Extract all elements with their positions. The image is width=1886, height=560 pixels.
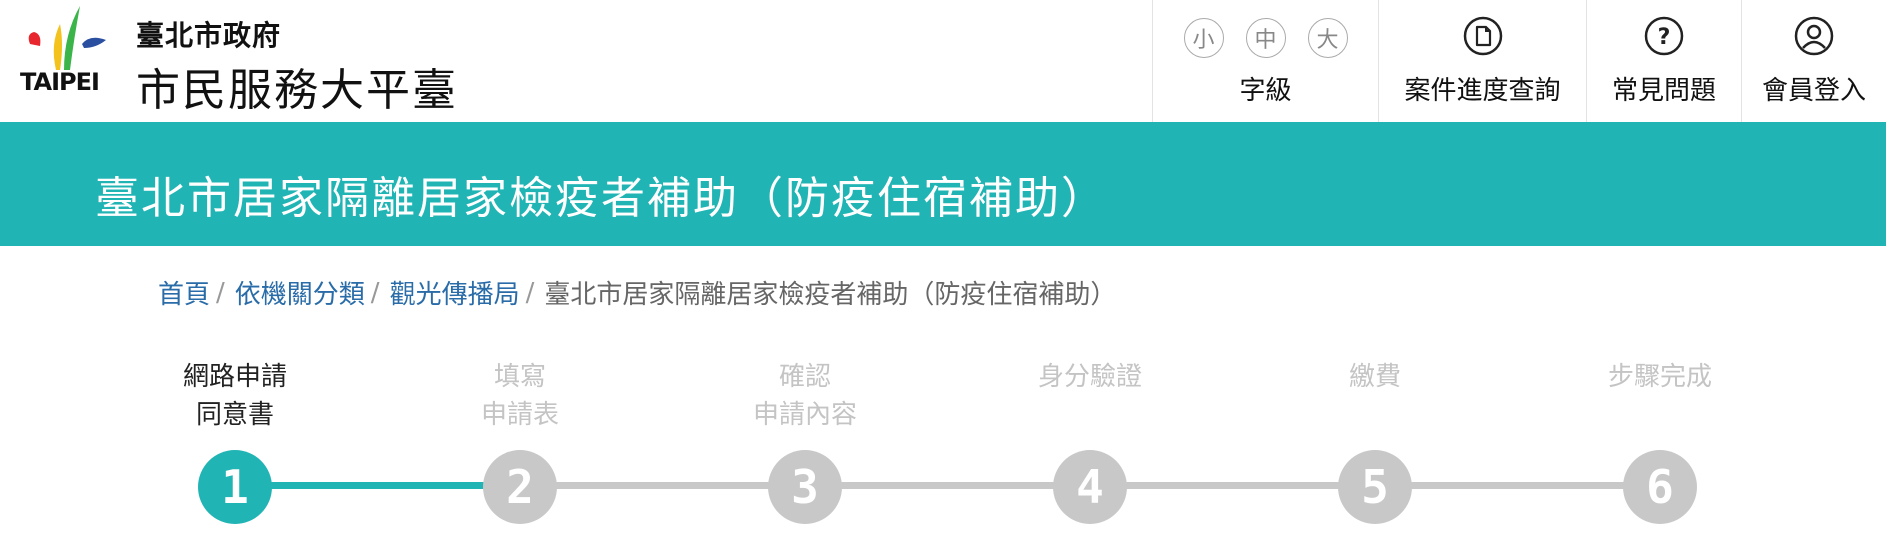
step-connector [1090, 482, 1375, 489]
document-icon [1463, 16, 1502, 56]
step-label-3: 確認 申請內容 [752, 362, 857, 430]
logo-wordmark: TAIPEI [20, 68, 100, 96]
nav-case-progress[interactable]: 案件進度查詢 [1378, 0, 1586, 122]
step-connector [1375, 482, 1660, 489]
step-connector [235, 482, 520, 489]
step-circle-3: 3 [768, 450, 842, 524]
svg-text:?: ? [1658, 25, 1671, 50]
breadcrumb-separator: / [216, 277, 225, 308]
breadcrumb-separator: / [525, 277, 535, 308]
step-connector [805, 482, 1090, 489]
site-header: TAIPEI 臺北市政府 市民服務大平臺 小 中 大 字級 案件進度查詢 ? 常… [0, 0, 1886, 122]
brand-title[interactable]: 市民服務大平臺 [136, 54, 458, 118]
font-size-large-button[interactable]: 大 [1307, 18, 1348, 58]
step-indicator: 網路申請 同意書 1 填寫 申請表 2 確認 申請內容 3 身分驗證 4 繳費 5 步驟完成 6 [0, 350, 1886, 560]
font-size-control: 小 中 大 字級 [1152, 0, 1378, 122]
step-label-2: 填寫 申請表 [480, 362, 559, 430]
font-size-label: 字級 [1239, 76, 1292, 106]
nav-case-progress-label: 案件進度查詢 [1404, 76, 1561, 106]
brand-subtitle: 臺北市政府 [136, 19, 282, 52]
step-connector [520, 482, 805, 489]
breadcrumb-current: 臺北市居家隔離居家檢疫者補助（防疫住宿補助） [544, 280, 1117, 310]
breadcrumb: 首頁 / 依機關分類 / 觀光傳播局 / 臺北市居家隔離居家檢疫者補助（防疫住宿… [158, 274, 1116, 311]
breadcrumb-separator: / [370, 277, 380, 308]
step-label-4: 身分驗證 [1037, 362, 1142, 392]
user-icon [1794, 16, 1834, 56]
breadcrumb-by-agency[interactable]: 依機關分類 [235, 274, 365, 311]
step-label-5: 繳費 [1348, 362, 1401, 392]
breadcrumb-home[interactable]: 首頁 [158, 274, 210, 311]
taipei-logo[interactable]: TAIPEI [20, 4, 120, 104]
step-circle-1: 1 [198, 450, 272, 524]
step-circle-6: 6 [1623, 450, 1697, 524]
nav-faq-label: 常見問題 [1611, 76, 1716, 106]
question-icon: ? [1644, 16, 1684, 56]
page-banner: 臺北市居家隔離居家檢疫者補助（防疫住宿補助） [0, 122, 1886, 246]
step-label-1: 網路申請 同意書 [182, 362, 287, 430]
step-label-6: 步驟完成 [1607, 362, 1712, 392]
nav-login[interactable]: 會員登入 [1741, 0, 1886, 122]
font-size-medium-button[interactable]: 中 [1245, 18, 1286, 58]
nav-login-label: 會員登入 [1761, 76, 1866, 106]
font-size-small-button[interactable]: 小 [1183, 18, 1224, 58]
breadcrumb-agency[interactable]: 觀光傳播局 [390, 274, 520, 311]
step-circle-5: 5 [1338, 450, 1412, 524]
step-circle-4: 4 [1053, 450, 1127, 524]
taipei-logo-icon [28, 6, 106, 70]
step-circle-2: 2 [483, 450, 557, 524]
nav-faq[interactable]: ? 常見問題 [1586, 0, 1741, 122]
page-title: 臺北市居家隔離居家檢疫者補助（防疫住宿補助） [95, 173, 1107, 224]
